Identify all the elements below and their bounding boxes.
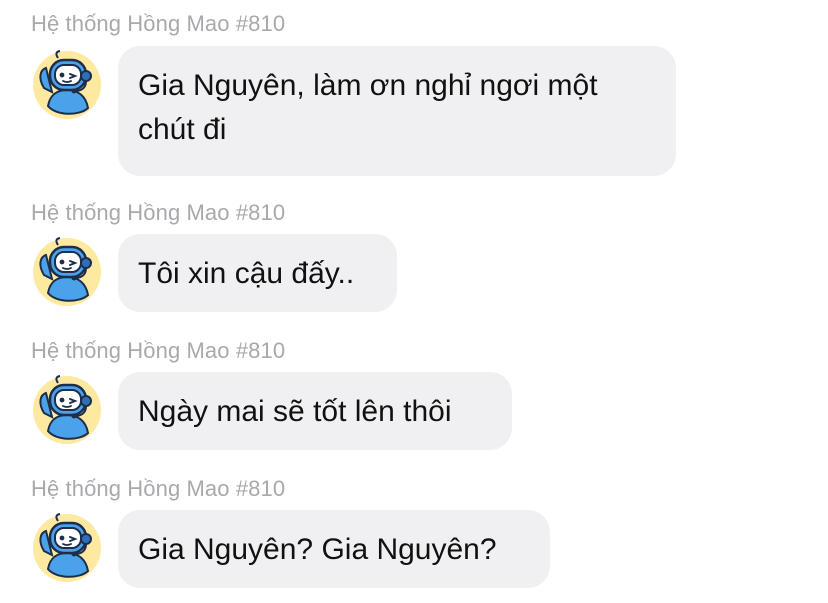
sender-name: Hệ thống Hồng Mao #810 xyxy=(31,11,286,36)
sender-name: Hệ thống Hồng Mao #810 xyxy=(31,476,286,501)
message-bubble[interactable]: Gia Nguyên? Gia Nguyên? xyxy=(118,510,550,588)
robot-mascot-icon[interactable] xyxy=(30,235,104,309)
message-bubble[interactable]: Ngày mai sẽ tốt lên thôi xyxy=(118,372,512,450)
message-bubble[interactable]: Tôi xin cậu đấy.. xyxy=(118,234,397,312)
robot-mascot-icon[interactable] xyxy=(30,373,104,447)
robot-mascot-icon[interactable] xyxy=(30,511,104,585)
message-bubble[interactable]: Gia Nguyên, làm ơn nghỉ ngơi một chút đi xyxy=(118,46,676,176)
sender-name: Hệ thống Hồng Mao #810 xyxy=(31,200,286,225)
sender-name: Hệ thống Hồng Mao #810 xyxy=(31,338,286,363)
robot-mascot-icon[interactable] xyxy=(30,48,104,122)
